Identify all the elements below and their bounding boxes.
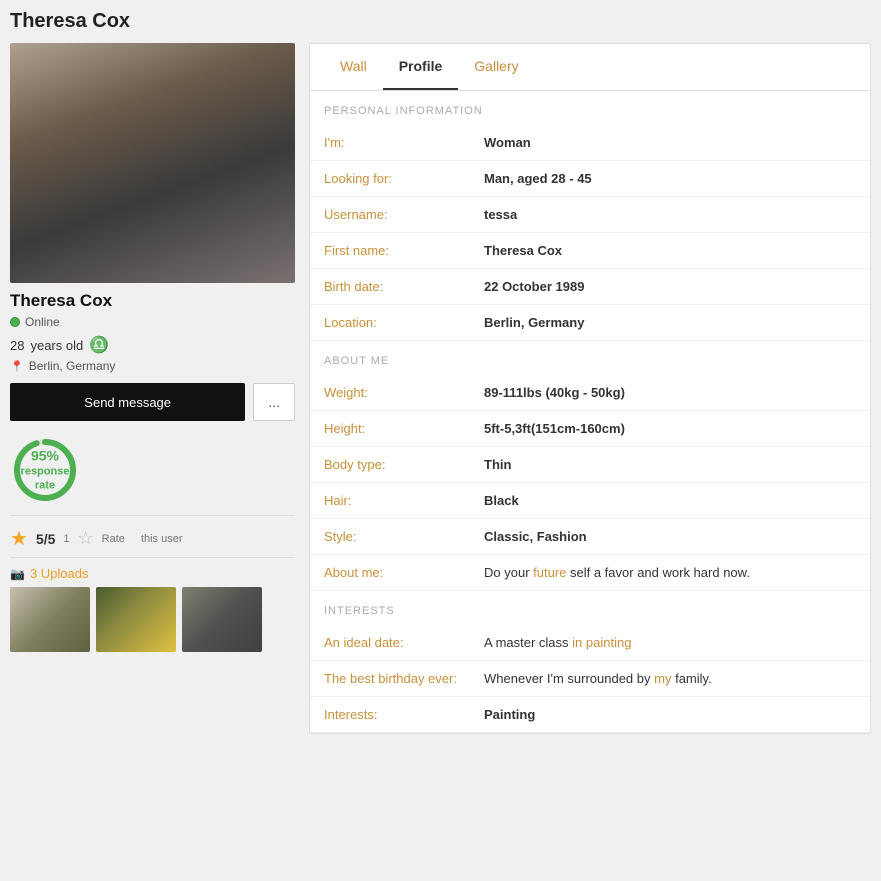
star-empty-icon[interactable]: ☆	[78, 528, 94, 549]
about-me-header: ABOUT ME	[310, 341, 870, 375]
info-row-bodytype: Body type: Thin	[310, 447, 870, 483]
user-name: Theresa Cox	[10, 291, 295, 311]
label-weight: Weight:	[324, 385, 484, 400]
rating-value: 5/5	[36, 531, 55, 547]
label-ideal-date: An ideal date:	[324, 635, 484, 650]
value-weight: 89-111lbs (40kg - 50kg)	[484, 385, 625, 400]
info-row-birthdate: Birth date: 22 October 1989	[310, 269, 870, 305]
uploads-section: 📷 3 Uploads	[10, 566, 295, 652]
info-row-ideal-date: An ideal date: A master class in paintin…	[310, 625, 870, 661]
response-rate-circle: 95% response rate	[10, 435, 80, 505]
age-value: 28	[10, 338, 24, 353]
location-pin-icon: 📍	[10, 360, 24, 373]
rating-count: 1	[63, 533, 69, 545]
info-row-birthday: The best birthday ever: Whenever I'm sur…	[310, 661, 870, 697]
user-location: Berlin, Germany	[29, 359, 116, 373]
value-username: tessa	[484, 207, 517, 222]
info-row-style: Style: Classic, Fashion	[310, 519, 870, 555]
info-row-im: I'm: Woman	[310, 125, 870, 161]
left-panel: Theresa Cox Online 28 years old ♎ 📍 Berl…	[10, 43, 295, 734]
tabs-bar: Wall Profile Gallery	[310, 44, 870, 91]
label-looking: Looking for:	[324, 171, 484, 186]
value-interests: Painting	[484, 707, 535, 722]
label-birthday: The best birthday ever:	[324, 671, 484, 686]
value-location: Berlin, Germany	[484, 315, 584, 330]
zodiac-icon: ♎	[89, 335, 109, 355]
value-style: Classic, Fashion	[484, 529, 587, 544]
rate-sub: this user	[141, 533, 183, 545]
highlight-painting: painting	[586, 635, 632, 650]
label-firstname: First name:	[324, 243, 484, 258]
label-location: Location:	[324, 315, 484, 330]
value-ideal-date: A master class in painting	[484, 635, 631, 650]
uploads-header: 📷 3 Uploads	[10, 566, 295, 581]
personal-info-header: PERSONAL INFORMATION	[310, 91, 870, 125]
thumbnail-1[interactable]	[10, 587, 90, 652]
thumbnails	[10, 587, 295, 652]
value-im: Woman	[484, 135, 531, 150]
info-row-aboutme: About me: Do your future self a favor an…	[310, 555, 870, 591]
rating-section: ★ 5/5 1 ☆ Rate this user	[10, 526, 295, 558]
actions-bar: Send message ...	[10, 383, 295, 421]
star-filled-icon: ★	[10, 526, 28, 551]
info-row-firstname: First name: Theresa Cox	[310, 233, 870, 269]
age-suffix: years old	[30, 338, 83, 353]
highlight-in: in	[572, 635, 582, 650]
label-username: Username:	[324, 207, 484, 222]
thumbnail-2[interactable]	[96, 587, 176, 652]
more-button[interactable]: ...	[253, 383, 295, 421]
rate-label[interactable]: Rate	[102, 533, 125, 545]
value-height: 5ft-5,3ft(151cm-160cm)	[484, 421, 625, 436]
info-row-looking: Looking for: Man, aged 28 - 45	[310, 161, 870, 197]
value-looking: Man, aged 28 - 45	[484, 171, 592, 186]
label-style: Style:	[324, 529, 484, 544]
value-firstname: Theresa Cox	[484, 243, 562, 258]
label-interests: Interests:	[324, 707, 484, 722]
info-row-weight: Weight: 89-111lbs (40kg - 50kg)	[310, 375, 870, 411]
tab-gallery[interactable]: Gallery	[458, 44, 534, 90]
tab-wall[interactable]: Wall	[324, 44, 383, 90]
info-row-interests: Interests: Painting	[310, 697, 870, 733]
interests-header: INTERESTS	[310, 591, 870, 625]
response-sub: rate	[35, 480, 55, 492]
upload-count: 3 Uploads	[30, 566, 89, 581]
profile-photo	[10, 43, 295, 283]
info-row-height: Height: 5ft-5,3ft(151cm-160cm)	[310, 411, 870, 447]
location-line: 📍 Berlin, Germany	[10, 359, 295, 373]
value-birthday: Whenever I'm surrounded by my family.	[484, 671, 712, 686]
highlight-future: future	[533, 565, 566, 580]
status-label: Online	[25, 315, 60, 329]
thumbnail-3[interactable]	[182, 587, 262, 652]
label-hair: Hair:	[324, 493, 484, 508]
response-section: 95% response rate	[10, 435, 295, 505]
value-birthdate: 22 October 1989	[484, 279, 584, 294]
response-rate-text: 95% response rate	[21, 447, 70, 494]
label-bodytype: Body type:	[324, 457, 484, 472]
label-birthdate: Birth date:	[324, 279, 484, 294]
highlight-my: my	[654, 671, 671, 686]
online-dot	[10, 317, 20, 327]
camera-icon: 📷	[10, 567, 25, 581]
label-im: I'm:	[324, 135, 484, 150]
value-bodytype: Thin	[484, 457, 511, 472]
age-line: 28 years old ♎	[10, 335, 295, 355]
label-aboutme: About me:	[324, 565, 484, 580]
info-row-location: Location: Berlin, Germany	[310, 305, 870, 341]
info-row-username: Username: tessa	[310, 197, 870, 233]
info-row-hair: Hair: Black	[310, 483, 870, 519]
online-status: Online	[10, 315, 295, 329]
value-hair: Black	[484, 493, 519, 508]
divider	[10, 515, 295, 516]
label-height: Height:	[324, 421, 484, 436]
page-title: Theresa Cox	[10, 10, 871, 33]
send-message-button[interactable]: Send message	[10, 383, 245, 421]
response-pct: 95%	[21, 447, 70, 465]
value-aboutme: Do your future self a favor and work har…	[484, 565, 750, 580]
tab-profile[interactable]: Profile	[383, 44, 459, 90]
response-label: response	[21, 466, 70, 478]
right-panel: Wall Profile Gallery PERSONAL INFORMATIO…	[309, 43, 871, 734]
